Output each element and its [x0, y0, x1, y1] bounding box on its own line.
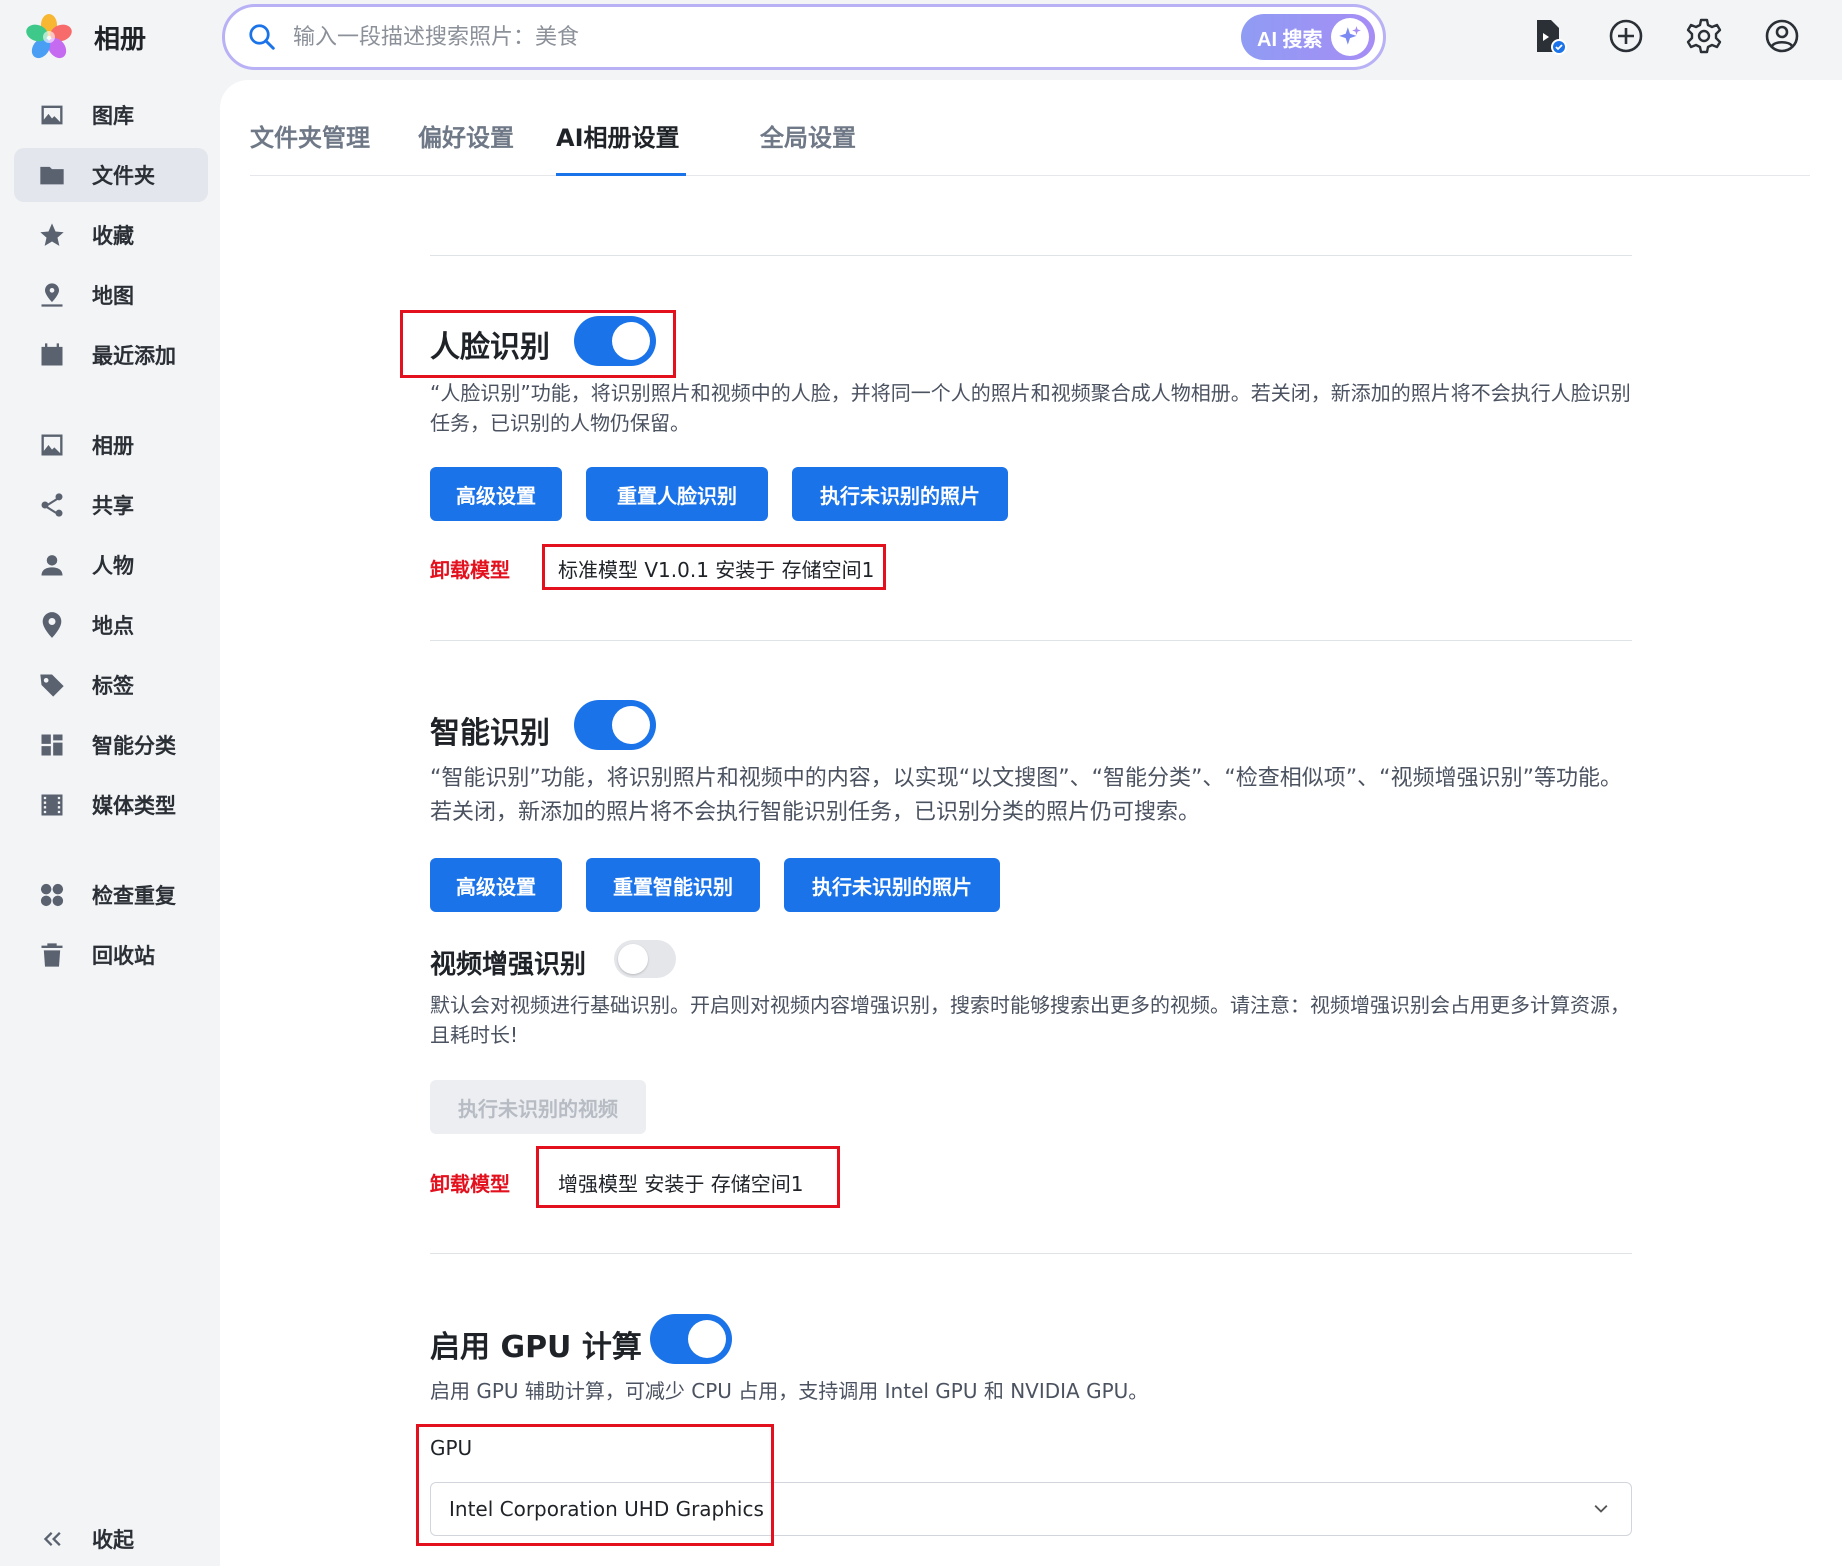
section-divider [430, 1253, 1632, 1254]
sidebar-item-label: 文件夹 [92, 164, 155, 188]
sidebar-item-label: 检查重复 [92, 884, 176, 908]
star-icon [38, 221, 66, 249]
file-task-icon[interactable] [1526, 14, 1570, 58]
sidebar-item-label: 共享 [92, 494, 134, 518]
smart-recognition-toggle[interactable] [574, 700, 656, 750]
section-divider [430, 640, 1632, 641]
tab-folder-management[interactable]: 文件夹管理 [250, 118, 370, 176]
tab-global-settings[interactable]: 全局设置 [760, 118, 856, 176]
app-title: 相册 [94, 24, 147, 55]
search-input[interactable] [293, 24, 1241, 50]
reset-smart-recognition-button[interactable]: 重置智能识别 [586, 858, 760, 912]
app-logo: 相册 [26, 14, 146, 60]
face-run-unrecognized-photos-button[interactable]: 执行未识别的照片 [792, 467, 1008, 521]
sidebar: 相册 图库 文件夹 收藏 地图 最近添加 相册 共享 人物 地点 标签 智能分类… [0, 0, 220, 1566]
toggle-knob [612, 706, 650, 744]
user-account-icon[interactable] [1760, 14, 1804, 58]
collapse-label: 收起 [92, 1528, 134, 1552]
sidebar-item-favorites[interactable]: 收藏 [14, 208, 208, 262]
video-enhanced-title: 视频增强识别 [430, 950, 587, 980]
video-enhanced-toggle[interactable] [614, 940, 676, 978]
duplicate-icon [38, 881, 66, 909]
tab-preferences[interactable]: 偏好设置 [418, 118, 514, 176]
location-icon [38, 611, 66, 639]
sidebar-item-places[interactable]: 地点 [14, 598, 208, 652]
image-icon [38, 101, 66, 129]
film-icon [38, 791, 66, 819]
gpu-toggle[interactable] [650, 1314, 732, 1364]
sidebar-item-tags[interactable]: 标签 [14, 658, 208, 712]
tag-icon [38, 671, 66, 699]
sidebar-item-people[interactable]: 人物 [14, 538, 208, 592]
sidebar-item-label: 图库 [92, 104, 134, 128]
face-advanced-settings-button[interactable]: 高级设置 [430, 467, 562, 521]
trash-icon [38, 941, 66, 969]
sidebar-item-label: 媒体类型 [92, 794, 176, 818]
ai-search-button[interactable]: AI 搜索 [1241, 14, 1375, 60]
smart-run-unrecognized-photos-button[interactable]: 执行未识别的照片 [784, 858, 1000, 912]
sidebar-item-recent[interactable]: 最近添加 [14, 328, 208, 382]
toggle-knob [688, 1320, 726, 1358]
person-icon [38, 551, 66, 579]
sidebar-item-label: 人物 [92, 554, 134, 578]
map-pin-icon [38, 281, 66, 309]
gear-icon[interactable] [1682, 14, 1726, 58]
sparkle-icon [1331, 18, 1369, 56]
highlight-box [400, 310, 676, 378]
sidebar-item-label: 地图 [92, 284, 134, 308]
smart-recognition-description: “智能识别”功能，将识别照片和视频中的内容，以实现“以文搜图”、“智能分类”、“… [430, 766, 1622, 825]
flower-logo-icon [26, 14, 72, 60]
section-divider [430, 255, 1632, 256]
sidebar-item-label: 回收站 [92, 944, 155, 968]
tab-ai-album-settings[interactable]: AI相册设置 [556, 118, 686, 176]
search-icon [249, 24, 275, 50]
face-uninstall-model-link[interactable]: 卸载模型 [430, 554, 510, 583]
calendar-icon [38, 341, 66, 369]
share-icon [38, 491, 66, 519]
grid-icon [38, 731, 66, 759]
search-bar: AI 搜索 [222, 4, 1386, 70]
highlight-box [542, 544, 886, 590]
video-enhanced-description: 默认会对视频进行基础识别。开启则对视频内容增强识别，搜索时能够搜索出更多的视频。… [430, 993, 1630, 1047]
run-unrecognized-videos-button[interactable]: 执行未识别的视频 [430, 1080, 646, 1134]
sidebar-item-label: 标签 [92, 674, 134, 698]
gpu-description: 启用 GPU 辅助计算，可减少 CPU 占用，支持调用 Intel GPU 和 … [430, 1379, 1149, 1403]
sidebar-item-folder[interactable]: 文件夹 [14, 148, 208, 202]
sidebar-item-label: 智能分类 [92, 734, 176, 758]
sidebar-item-duplicates[interactable]: 检查重复 [14, 868, 208, 922]
ai-search-label: AI 搜索 [1257, 28, 1323, 51]
collapse-sidebar-button[interactable]: 收起 [14, 1512, 208, 1566]
highlight-box [536, 1146, 840, 1208]
sidebar-item-trash[interactable]: 回收站 [14, 928, 208, 982]
toggle-knob [618, 944, 648, 974]
sidebar-item-label: 相册 [92, 434, 134, 458]
sidebar-item-map[interactable]: 地图 [14, 268, 208, 322]
sidebar-item-label: 收藏 [92, 224, 134, 248]
double-chevron-left-icon [38, 1525, 66, 1553]
sidebar-item-smart-category[interactable]: 智能分类 [14, 718, 208, 772]
sidebar-item-label: 最近添加 [92, 344, 176, 368]
album-icon [38, 431, 66, 459]
highlight-box [416, 1424, 774, 1546]
sidebar-item-label: 地点 [92, 614, 134, 638]
sidebar-item-albums[interactable]: 相册 [14, 418, 208, 472]
smart-recognition-title: 智能识别 [430, 716, 550, 751]
gpu-title: 启用 GPU 计算 [430, 1330, 642, 1365]
chevron-down-icon [1594, 1505, 1608, 1513]
folder-icon [38, 161, 66, 189]
sidebar-item-media-type[interactable]: 媒体类型 [14, 778, 208, 832]
face-recognition-description: “人脸识别”功能，将识别照片和视频中的人脸，并将同一个人的照片和视频聚合成人物相… [430, 381, 1631, 435]
sidebar-item-gallery[interactable]: 图库 [14, 88, 208, 142]
add-circle-icon[interactable] [1604, 14, 1648, 58]
reset-face-recognition-button[interactable]: 重置人脸识别 [586, 467, 768, 521]
settings-tabs: 文件夹管理 偏好设置 AI相册设置 全局设置 [250, 118, 1810, 176]
sidebar-item-share[interactable]: 共享 [14, 478, 208, 532]
smart-advanced-settings-button[interactable]: 高级设置 [430, 858, 562, 912]
video-uninstall-model-link[interactable]: 卸载模型 [430, 1168, 510, 1197]
